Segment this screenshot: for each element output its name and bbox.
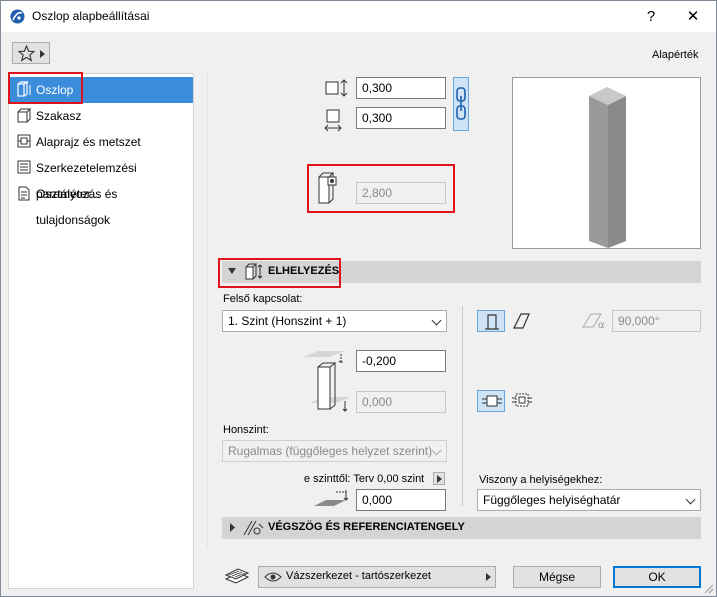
- slant-angle-input[interactable]: 90,000°: [612, 310, 701, 332]
- highlight-column-item: [8, 72, 83, 104]
- home-story-label: Honszint:: [223, 424, 269, 436]
- top-offset-input[interactable]: -0,200: [356, 350, 446, 372]
- wrap-toggle[interactable]: [509, 390, 535, 412]
- width-input[interactable]: 0,300: [356, 77, 446, 99]
- link-toggle-button[interactable]: [453, 77, 469, 131]
- home-story-select[interactable]: Rugalmas (függőleges helyzet szerint): [222, 440, 447, 462]
- depth-dimension-icon: [324, 109, 342, 132]
- close-button[interactable]: ✕: [673, 1, 713, 32]
- offset-diagram-icon: [303, 351, 351, 412]
- top-link-select[interactable]: 1. Szint (Honszint + 1): [222, 310, 447, 332]
- sidebar: Oszlop Szakasz Alaprajz és metszet Szerk…: [8, 73, 194, 589]
- sidebar-item-floorplan[interactable]: Alaprajz és metszet: [9, 129, 193, 155]
- home-story-value: Rugalmas (függőleges helyzet szerint): [228, 444, 433, 458]
- sidebar-item-label: Alaprajz és metszet: [36, 135, 141, 149]
- wall-junction-icon: [482, 395, 502, 407]
- end-cut-icon: [243, 520, 264, 536]
- end-cut-section-title: VÉGSZÖG ÉS REFERENCIATENGELY: [268, 521, 465, 533]
- svg-text:α: α: [598, 320, 605, 330]
- chevron-down-icon: [685, 494, 696, 505]
- title-bar: Oszlop alapbeállításai ? ✕: [1, 1, 716, 32]
- sidebar-item-label: Osztályozás és tulajdonságok: [36, 187, 118, 227]
- wall-wrap-icon: [512, 393, 532, 407]
- column-preview-image: [589, 87, 626, 248]
- base-offset-icon: [314, 490, 349, 506]
- vertical-divider: [462, 306, 463, 506]
- arrow-right-icon: [437, 475, 442, 483]
- base-reference-label: e szinttől: Terv 0,00 szint: [304, 473, 425, 485]
- structure-selector-button[interactable]: Vázszerkezet - tartószerkezet: [258, 566, 496, 588]
- floorplan-icon: [17, 134, 31, 148]
- structure-label: Vázszerkezet - tartószerkezet: [286, 570, 431, 582]
- cancel-button[interactable]: Mégse: [513, 566, 601, 588]
- layers-icon: [224, 568, 250, 584]
- resize-grip-icon[interactable]: [703, 583, 714, 594]
- slanted-column-toggle[interactable]: [510, 310, 534, 332]
- expand-arrow-icon: [230, 523, 235, 532]
- default-label: Alapérték: [652, 49, 699, 61]
- ok-button[interactable]: OK: [613, 566, 701, 588]
- highlight-placement: [218, 258, 341, 288]
- core-wrap-toggle[interactable]: [477, 390, 505, 412]
- panel-divider: [207, 73, 208, 548]
- slanted-column-icon: [513, 313, 530, 329]
- star-icon: [18, 45, 35, 62]
- sidebar-item-structural-analysis[interactable]: Szerkezetelemzési paraméter...: [9, 155, 193, 201]
- top-link-label: Felső kapcsolat:: [223, 293, 303, 305]
- vertical-column-icon: [485, 314, 499, 330]
- app-logo-icon: [10, 9, 25, 24]
- segment-icon: [17, 108, 32, 123]
- width-dimension-icon: [325, 79, 348, 97]
- bottom-offset-input[interactable]: 0,000: [356, 391, 446, 413]
- top-link-value: 1. Szint (Honszint + 1): [228, 314, 347, 328]
- base-offset-input[interactable]: 0,000: [356, 489, 446, 511]
- window-title: Oszlop alapbeállításai: [32, 9, 150, 23]
- angle-icon: α: [582, 313, 605, 330]
- preview-panel: [512, 77, 701, 249]
- base-reference-menu-button[interactable]: [433, 472, 445, 485]
- arrow-right-icon: [40, 50, 45, 58]
- help-button[interactable]: ?: [631, 1, 671, 32]
- arrow-right-icon: [486, 573, 491, 581]
- sidebar-item-label: Szakasz: [36, 109, 82, 123]
- vertical-column-toggle[interactable]: [477, 310, 505, 332]
- eye-icon: [264, 572, 282, 582]
- end-cut-section-header[interactable]: VÉGSZÖG ÉS REFERENCIATENGELY: [222, 517, 701, 539]
- dialog-window: Oszlop alapbeállításai ? ✕ Alapérték Osz…: [0, 0, 717, 597]
- room-relation-value: Függőleges helyiséghatár: [483, 493, 621, 507]
- structural-analysis-icon: [17, 160, 31, 174]
- chevron-down-icon: [431, 315, 442, 326]
- favorites-button[interactable]: [12, 42, 50, 64]
- room-relation-label: Viszony a helyiségekhez:: [479, 474, 603, 486]
- chevron-down-icon: [431, 445, 442, 456]
- highlight-height: [307, 164, 455, 213]
- depth-input[interactable]: 0,300: [356, 107, 446, 129]
- chain-link-icon: [456, 87, 466, 120]
- sidebar-item-classification[interactable]: Osztályozás és tulajdonságok: [9, 181, 193, 227]
- sidebar-item-segment[interactable]: Szakasz: [9, 103, 193, 129]
- room-relation-select[interactable]: Függőleges helyiséghatár: [477, 489, 701, 511]
- classification-icon: [18, 186, 30, 201]
